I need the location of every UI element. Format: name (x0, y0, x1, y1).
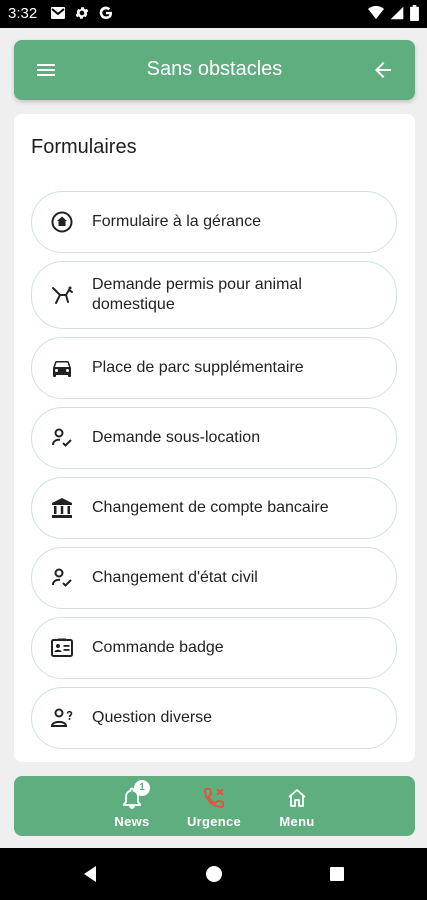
nav-label: News (114, 814, 150, 829)
nav-label: Menu (279, 814, 315, 829)
form-item-sous-location[interactable]: Demande sous-location (31, 407, 397, 469)
system-nav-bar (0, 848, 427, 900)
gear-icon (75, 7, 89, 19)
system-back-icon[interactable] (80, 864, 100, 884)
form-item-gerance[interactable]: Formulaire à la gérance (31, 191, 397, 253)
app-bar: Sans obstacles (14, 40, 415, 100)
form-item-parking[interactable]: Place de parc supplémentaire (31, 337, 397, 399)
form-item-label: Place de parc supplémentaire (92, 359, 304, 376)
home-circle-icon (51, 211, 73, 233)
nav-label: Urgence (186, 814, 242, 829)
arrow-back-icon[interactable] (371, 58, 395, 82)
bank-icon (52, 498, 72, 518)
wifi-icon (368, 6, 384, 19)
form-item-label: Commande badge (92, 639, 224, 656)
form-item-badge[interactable]: Commande badge (31, 617, 397, 679)
person-check-icon (52, 428, 72, 447)
form-item-etat-civil[interactable]: Changement d'état civil (31, 547, 397, 609)
person-question-icon (50, 708, 73, 727)
form-item-compte-bancaire[interactable]: Changement de compte bancaire (31, 477, 397, 539)
nav-menu[interactable]: Menu (267, 782, 327, 829)
phone-alert-icon (204, 788, 224, 808)
section-title: Formulaires (31, 136, 137, 158)
nav-urgence[interactable]: Urgence (184, 782, 244, 829)
pet-icon (52, 286, 73, 304)
id-badge-icon (51, 638, 73, 657)
person-check-icon (52, 568, 72, 587)
system-recents-icon[interactable] (327, 864, 347, 884)
forms-card: Formulaires Formulaire à la gérance Dema… (14, 114, 415, 762)
form-item-label: Changement d'état civil (92, 569, 258, 586)
form-item-question[interactable]: Question diverse (31, 687, 397, 749)
bottom-nav: 1 News Urgence Menu (14, 776, 415, 836)
form-item-label: Question diverse (92, 709, 213, 726)
form-item-label: Changement de compte bancaire (92, 499, 329, 516)
car-icon (53, 361, 71, 377)
google-icon (99, 6, 112, 20)
gmail-icon (51, 7, 65, 19)
form-item-label: Demande sous-location (92, 429, 261, 446)
home-icon (288, 789, 306, 807)
form-item-animal[interactable]: Demande permis pour animal domestique (31, 261, 397, 329)
system-home-icon[interactable] (204, 864, 224, 884)
form-item-label: Demande permis pour animal domestique (92, 276, 302, 313)
signal-icon (390, 6, 404, 20)
notification-badge: 1 (134, 780, 150, 796)
form-item-label: Formulaire à la gérance (92, 213, 261, 230)
status-time: 3:32 (8, 5, 38, 22)
status-bar: 3:32 (0, 0, 427, 28)
battery-icon (410, 5, 419, 21)
nav-news[interactable]: 1 News (102, 780, 162, 829)
page-title: Sans obstacles (146, 58, 283, 80)
